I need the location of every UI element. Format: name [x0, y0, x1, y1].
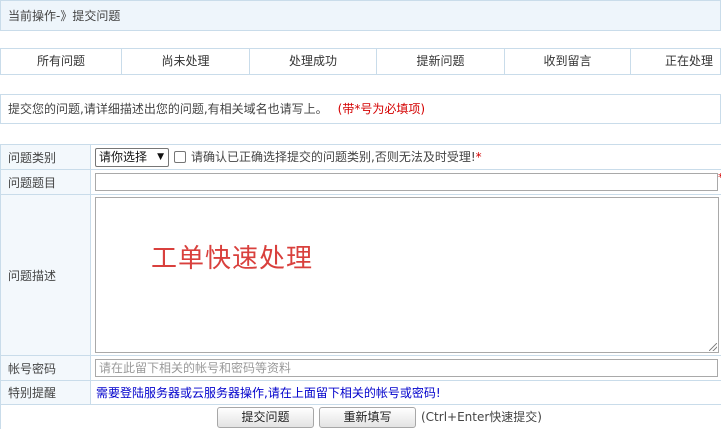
title-label: 问题题目	[1, 170, 91, 194]
category-select[interactable]: 请你选择 ▼	[95, 148, 169, 167]
ticket-form: 问题类别 请你选择 ▼ 请确认已正确选择提交的问题类别,否则无法及时受理!* 问…	[0, 144, 721, 429]
reset-button[interactable]: 重新填写	[319, 407, 416, 428]
confirm-category-checkbox[interactable]	[174, 151, 186, 163]
instructions-notice: 提交您的问题,请详细描述出您的问题,有相关域名也请写上。 (带*号为必填项)	[0, 94, 721, 124]
tab-resolved[interactable]: 处理成功	[250, 49, 377, 74]
confirm-category-text: 请确认已正确选择提交的问题类别,否则无法及时受理!*	[191, 145, 482, 170]
tab-new-issue[interactable]: 提新问题	[377, 49, 505, 74]
breadcrumb: 当前操作-》提交问题	[0, 0, 721, 31]
required-note: (带*号为必填项)	[337, 102, 426, 116]
tab-bar: 所有问题 尚未处理 处理成功 提新问题 收到留言 正在处理	[0, 48, 721, 75]
category-field: 请你选择 ▼ 请确认已正确选择提交的问题类别,否则无法及时受理!*	[92, 145, 721, 169]
notice-text: 提交您的问题,请详细描述出您的问题,有相关域名也请写上。	[8, 102, 328, 116]
title-field: *	[92, 170, 721, 194]
description-field: 工单快速处理	[92, 195, 721, 355]
tab-messages[interactable]: 收到留言	[505, 49, 631, 74]
description-label: 问题描述	[1, 195, 91, 355]
shortcut-hint: (Ctrl+Enter快速提交)	[421, 410, 542, 424]
title-row: 问题题目 *	[1, 170, 721, 195]
actions-field: 提交问题 重新填写 (Ctrl+Enter快速提交)	[92, 405, 721, 429]
account-label: 帐号密码	[1, 356, 91, 380]
account-row: 帐号密码 请在此留下相关的帐号和密码等资料	[1, 356, 721, 381]
category-row: 问题类别 请你选择 ▼ 请确认已正确选择提交的问题类别,否则无法及时受理!*	[1, 145, 721, 170]
reminder-field: 需要登陆服务器或云服务器操作,请在上面留下相关的帐号或密码!	[92, 381, 721, 404]
submit-button[interactable]: 提交问题	[217, 407, 314, 428]
description-textarea[interactable]: 工单快速处理	[95, 197, 719, 353]
confirm-category-label: 请确认已正确选择提交的问题类别,否则无法及时受理!	[191, 150, 476, 164]
resize-grip-icon[interactable]	[709, 343, 717, 351]
account-password-input[interactable]: 请在此留下相关的帐号和密码等资料	[95, 359, 718, 377]
required-star: *	[475, 150, 482, 164]
description-content: 工单快速处理	[151, 244, 314, 274]
category-label: 问题类别	[1, 145, 91, 169]
reminder-label: 特别提醒	[1, 381, 91, 404]
actions-row: 提交问题 重新填写 (Ctrl+Enter快速提交)	[1, 405, 721, 429]
category-selected: 请你选择	[99, 150, 148, 164]
account-field: 请在此留下相关的帐号和密码等资料	[92, 356, 721, 380]
tab-in-progress[interactable]: 正在处理	[631, 49, 720, 74]
tab-unprocessed[interactable]: 尚未处理	[122, 49, 250, 74]
dropdown-arrow-icon: ▼	[157, 152, 164, 162]
title-input[interactable]	[95, 173, 718, 191]
description-row: 问题描述 工单快速处理	[1, 195, 721, 356]
reminder-text: 需要登陆服务器或云服务器操作,请在上面留下相关的帐号或密码!	[96, 386, 441, 400]
reminder-row: 特别提醒 需要登陆服务器或云服务器操作,请在上面留下相关的帐号或密码!	[1, 381, 721, 405]
tab-all-issues[interactable]: 所有问题	[1, 49, 122, 74]
